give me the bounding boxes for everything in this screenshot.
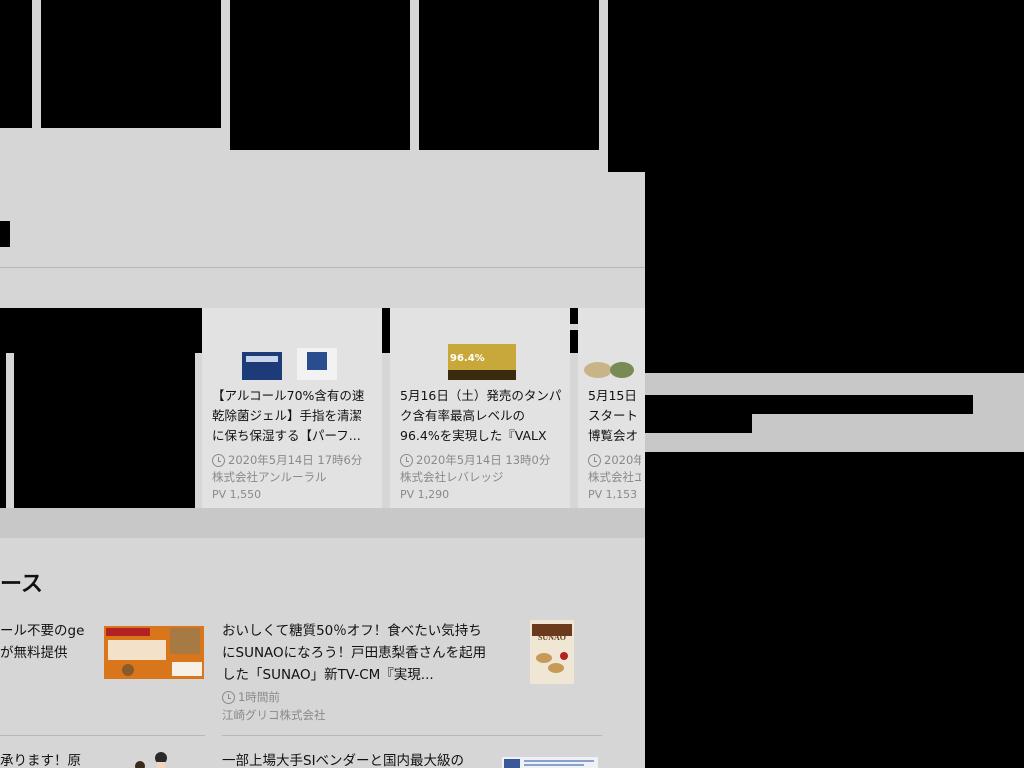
card-title[interactable]: 5月15日スタート博覧会オン — [588, 386, 645, 446]
redacted-region-7 — [0, 221, 10, 247]
redacted-region-4 — [419, 0, 599, 150]
redacted-bar-1 — [645, 395, 973, 414]
press-release-card[interactable]: 96.4% 5月16日（土）発売のタンパク含有率最高レベルの96.4%を実現した… — [390, 308, 570, 508]
news-item-company[interactable]: 江崎グリコ株式会社 — [222, 706, 326, 724]
card-date: 2020年5月14日 17時6分 — [228, 453, 363, 467]
section-divider — [0, 267, 645, 268]
card-thumbnail — [202, 308, 382, 380]
news-thumbnail-left[interactable] — [104, 626, 204, 679]
redacted-region-2 — [41, 0, 221, 128]
card-thumbnail: 96.4% — [390, 308, 570, 380]
card-company[interactable]: 株式会社レバレッジ — [400, 469, 566, 486]
news-item-left-text[interactable]: ール不要のgeが無料提供 — [0, 620, 90, 664]
clock-icon — [212, 454, 225, 467]
news-thumbnail-doc[interactable] — [502, 755, 598, 768]
people-image — [135, 752, 167, 768]
card-pv: PV 1,153 — [588, 488, 638, 501]
news-thumbnail-people[interactable] — [130, 750, 175, 768]
clock-icon — [400, 454, 413, 467]
redacted-region-5 — [608, 0, 1024, 172]
card-company[interactable]: 株式会社エ — [588, 469, 641, 486]
news-item-text[interactable]: おいしくて糖質50％オフ！食べたい気持ちにSUNAOになろう！戸田恵梨香さんを起… — [222, 620, 492, 686]
news-thumbnail-right[interactable]: SUNAO — [530, 620, 574, 684]
press-release-card[interactable]: 【アルコール70%含有の速乾除菌ジェル】手指を清潔に保ち保湿する【パーフ... … — [202, 308, 382, 508]
clock-icon — [222, 690, 235, 704]
card-title[interactable]: 【アルコール70%含有の速乾除菌ジェル】手指を清潔に保ち保湿する【パーフ... — [212, 386, 374, 446]
news-item-time: 1時間前 — [238, 690, 280, 704]
product-label: SUNAO — [538, 633, 566, 642]
card-company[interactable]: 株式会社アンルーラル — [212, 469, 378, 486]
redacted-bar-2 — [645, 414, 752, 433]
gel-product-image — [202, 308, 382, 380]
campaign-banner-image — [104, 626, 204, 679]
redacted-region-8 — [645, 452, 1024, 768]
press-release-card[interactable]: 5月15日スタート博覧会オン 2020年 株式会社エ PV 1,153 — [578, 308, 645, 508]
image-badge-text: 96.4% — [450, 353, 485, 364]
protein-product-image: 96.4% — [390, 308, 570, 380]
section-title: ース — [0, 572, 43, 597]
card-meta: 2020年5月14日 13時0分 株式会社レバレッジ — [400, 452, 566, 486]
card-title[interactable]: 5月16日（土）発売のタンパク含有率最高レベルの96.4%を実現した『VALX — [400, 386, 562, 446]
news-item-text[interactable]: 一部上場大手SIベンダーと国内最大級の — [222, 750, 492, 768]
card-thumbnail — [578, 308, 645, 380]
card-pv: PV 1,550 — [212, 488, 262, 501]
list-divider — [222, 735, 602, 736]
news-item-meta: 1時間前 江崎グリコ株式会社 — [222, 688, 326, 724]
card-meta: 2020年5月14日 17時6分 株式会社アンルーラル — [212, 452, 378, 486]
event-image — [578, 308, 645, 380]
clock-icon — [588, 454, 601, 467]
redacted-region-3 — [230, 0, 410, 150]
sunao-product-image: SUNAO — [530, 620, 574, 684]
list-divider — [0, 735, 205, 736]
redacted-card-0 — [14, 353, 195, 508]
redacted-card-left-edge — [0, 353, 6, 508]
card-meta: 2020年 株式会社エ — [588, 452, 641, 486]
card-date: 2020年5月14日 13時0分 — [416, 453, 551, 467]
redacted-region-1 — [0, 0, 32, 128]
band-separator — [0, 508, 645, 538]
news-item-left-text[interactable]: 承ります！原 — [0, 750, 90, 768]
card-date: 2020年 — [604, 453, 641, 467]
redacted-region-6 — [645, 170, 1024, 373]
card-pv: PV 1,290 — [400, 488, 450, 501]
document-image — [502, 757, 598, 768]
